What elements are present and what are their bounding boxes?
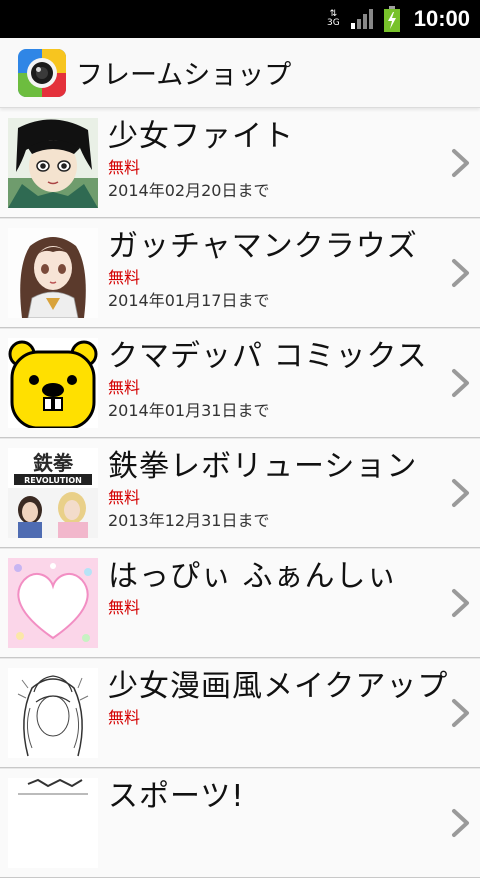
item-availability: 2014年01月17日まで: [108, 291, 270, 310]
chevron-right-icon: [452, 369, 469, 397]
list-item[interactable]: はっぴぃ ふぁんしぃ 無料: [0, 548, 480, 658]
battery-charging-icon: [383, 6, 400, 32]
item-info: はっぴぃ ふぁんしぃ 無料: [108, 558, 450, 648]
item-availability: 2013年12月31日まで: [108, 511, 270, 530]
status-bar: ⇅ 3G 10:00: [0, 0, 480, 38]
item-info: 少女漫画風メイクアップ 無料: [108, 668, 450, 758]
item-availability: 2014年01月31日まで: [108, 401, 270, 420]
page-title: フレームショップ: [76, 60, 292, 91]
item-info: ガッチャマンクラウズ 無料 2014年01月17日まで: [108, 228, 450, 318]
list-item[interactable]: 鉄拳 REVOLUTION 鉄拳レボリューション 無料 2013年12月31日ま…: [0, 438, 480, 548]
item-price: 無料: [108, 708, 141, 727]
list-item[interactable]: クマデッパ コミックス 無料 2014年01月31日まで: [0, 328, 480, 438]
frame-list: 少女ファイト 無料 2014年02月20日まで ガッチャマンクラウズ 無料 20…: [0, 108, 480, 878]
item-title: クマデッパ コミックス: [108, 339, 428, 374]
item-title: 鉄拳レボリューション: [108, 449, 418, 484]
item-title: スポーツ!: [108, 779, 245, 814]
camera-lens-icon[interactable]: [18, 48, 66, 97]
item-price: 無料: [108, 268, 141, 287]
item-title: 少女ファイト: [108, 118, 294, 154]
chevron-right-icon: [452, 259, 469, 287]
item-title: 少女漫画風メイクアップ: [108, 669, 449, 704]
title-bar: フレームショップ: [0, 38, 480, 108]
item-info: クマデッパ コミックス 無料 2014年01月31日まで: [108, 338, 450, 428]
anime-girl-thumbnail: [8, 228, 98, 318]
item-price: 無料: [108, 157, 141, 177]
manga-girl-thumbnail: [8, 117, 98, 208]
item-price: 無料: [108, 488, 141, 507]
chevron-right-icon: [452, 809, 469, 837]
item-price: 無料: [108, 378, 141, 397]
list-item[interactable]: ガッチャマンクラウズ 無料 2014年01月17日まで: [0, 218, 480, 328]
item-info: 鉄拳レボリューション 無料 2013年12月31日まで: [108, 448, 450, 538]
pink-heart-frame-thumbnail: [8, 558, 98, 648]
manga-sketch-thumbnail: [8, 668, 98, 758]
item-price: 無料: [108, 598, 141, 617]
chevron-right-icon: [452, 148, 469, 177]
list-item[interactable]: スポーツ!: [0, 768, 480, 878]
list-item[interactable]: 少女漫画風メイクアップ 無料: [0, 658, 480, 768]
partial-thumbnail: [8, 778, 98, 868]
signal-icon: [350, 9, 373, 29]
chevron-right-icon: [452, 589, 469, 617]
clock: 10:00: [413, 6, 470, 31]
item-title: はっぴぃ ふぁんしぃ: [108, 559, 398, 594]
tekken-revolution-thumbnail: 鉄拳 REVOLUTION: [8, 448, 98, 538]
item-availability: 2014年02月20日まで: [108, 180, 270, 200]
network-type-label: 3G: [327, 18, 340, 28]
network-indicator: ⇅ 3G: [327, 10, 340, 28]
item-title: ガッチャマンクラウズ: [108, 229, 418, 264]
svg-text:REVOLUTION: REVOLUTION: [24, 476, 82, 485]
tekken-logo-text: 鉄拳: [33, 451, 74, 475]
list-item[interactable]: 少女ファイト 無料 2014年02月20日まで: [0, 108, 480, 218]
yellow-bear-thumbnail: [8, 338, 98, 428]
chevron-right-icon: [452, 479, 469, 507]
chevron-right-icon: [452, 699, 469, 727]
item-info: スポーツ!: [108, 778, 450, 868]
item-info: 少女ファイト 無料 2014年02月20日まで: [108, 118, 450, 208]
